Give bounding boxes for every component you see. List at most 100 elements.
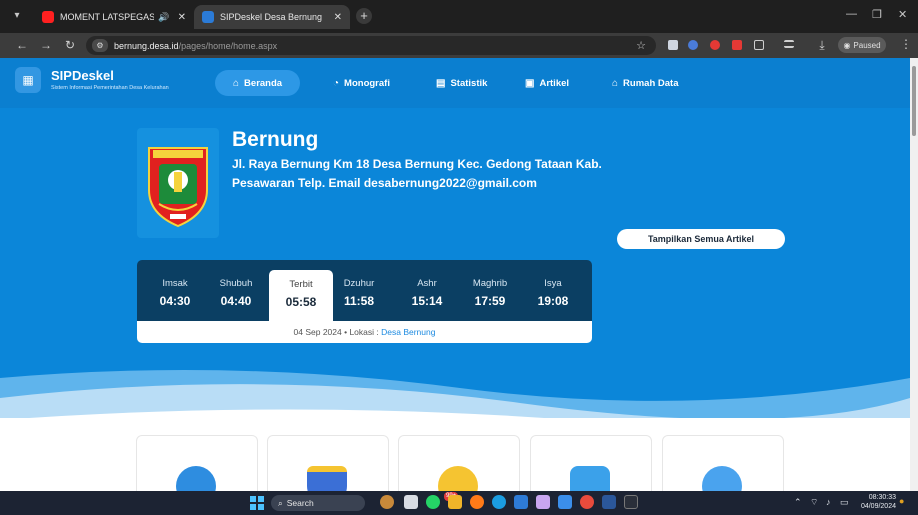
wifi-icon[interactable]: ⌔ (810, 497, 818, 508)
volume-icon[interactable]: ♪ (826, 497, 831, 507)
minimize-icon[interactable]: — (846, 8, 857, 20)
prayer-name: Shubuh (219, 278, 253, 289)
battery-icon[interactable]: ▭ (840, 497, 849, 508)
prayer-time: 17:59 (474, 294, 506, 308)
tab-title: SIPDeskel Desa Bernung (220, 12, 323, 22)
restore-icon[interactable]: ❐ (872, 8, 882, 21)
nav-label: Beranda (244, 77, 283, 89)
extension-icon[interactable] (710, 40, 720, 50)
widget-icon[interactable] (380, 495, 394, 509)
prayer-shubuh: Shubuh 04:40 (208, 278, 264, 308)
store-icon[interactable] (514, 495, 528, 509)
nav-label: Rumah Data (623, 77, 679, 89)
web-page: ▦ SIPDeskel Sistem Informasi Pemerintaha… (0, 58, 910, 491)
browser-tab-youtube[interactable]: MOMENT LATSPEGAS SYIL 🔊 ✕ (34, 5, 194, 29)
profile-paused-button[interactable]: ◉ Paused (838, 37, 886, 53)
sipdeskel-favicon-icon (202, 11, 214, 23)
prayer-name: Dzuhur (343, 278, 375, 289)
prayer-ashr: Ashr 15:14 (399, 278, 455, 308)
notepad-icon[interactable] (558, 495, 572, 509)
prayer-times-panel: Imsak 04:30 Shubuh 04:40 Terbit 05:58 Dz… (137, 260, 592, 343)
reading-list-icon[interactable] (784, 40, 794, 48)
prayer-time: 05:58 (285, 295, 317, 309)
back-icon[interactable]: ← (14, 37, 30, 53)
nav-monografi[interactable]: ◔ Monografi (333, 70, 390, 96)
edge-icon[interactable] (492, 495, 506, 509)
close-icon[interactable]: ✕ (178, 12, 186, 23)
prayer-isya: Isya 19:08 (525, 278, 581, 308)
nav-label: Monografi (344, 77, 390, 89)
firefox-icon[interactable] (470, 495, 484, 509)
extension-icon[interactable] (732, 40, 742, 50)
task-view-icon[interactable] (404, 495, 418, 509)
taskbar-clock[interactable]: 08:30:33 04/09/2024 (856, 493, 896, 511)
search-icon: ⌕ (278, 497, 283, 508)
word-icon[interactable] (602, 495, 616, 509)
nav-artikel[interactable]: ▣ Artikel (525, 70, 569, 96)
wallet-icon (702, 466, 742, 491)
whatsapp-icon[interactable] (426, 495, 440, 509)
prayer-time: 04:40 (220, 294, 252, 308)
pen-icon[interactable] (536, 495, 550, 509)
show-all-articles-button[interactable]: Tampilkan Semua Artikel (617, 229, 785, 249)
tab-title: MOMENT LATSPEGAS SYIL (60, 12, 155, 22)
grid-menu-icon[interactable]: ▦ (15, 67, 41, 93)
audio-icon[interactable]: 🔊 (158, 12, 169, 23)
reload-icon[interactable]: ↻ (62, 37, 78, 53)
feature-card[interactable] (530, 435, 652, 491)
url-domain: bernung.desa.id (114, 40, 179, 51)
windows-start-icon[interactable] (250, 496, 264, 510)
prayer-time: 19:08 (537, 294, 569, 308)
notion-icon[interactable] (624, 495, 638, 509)
home-icon: ⌂ (233, 77, 240, 89)
file-explorer-icon[interactable] (448, 495, 462, 509)
notification-bell-icon[interactable]: ● (899, 496, 904, 506)
nav-statistik[interactable]: ▤ Statistik (436, 70, 487, 96)
feature-card[interactable] (267, 435, 389, 491)
feature-card[interactable] (662, 435, 784, 491)
shop-icon (307, 466, 347, 491)
chart-pie-icon: ◔ (333, 77, 340, 89)
feature-card[interactable] (136, 435, 258, 491)
extension-icon[interactable] (668, 40, 678, 50)
building-icon (176, 466, 216, 491)
bar-chart-icon: ▤ (436, 77, 446, 89)
browser-toolbar: ← → ↻ ⚙ bernung.desa.id /pages/home/home… (0, 33, 918, 58)
avatar: ◉ (843, 40, 851, 50)
extensions-puzzle-icon[interactable] (754, 40, 764, 50)
prayer-time: 11:58 (343, 294, 375, 308)
forward-icon[interactable]: → (38, 37, 54, 53)
taskbar-search[interactable]: ⌕ Search (271, 495, 365, 511)
scrollbar-thumb[interactable] (912, 66, 916, 136)
prayer-name: Terbit (289, 279, 313, 290)
search-placeholder: Search (286, 498, 314, 508)
nav-label: Artikel (539, 77, 570, 89)
village-logo (137, 128, 219, 238)
close-icon[interactable]: ✕ (334, 12, 342, 23)
site-top-nav: ▦ SIPDeskel Sistem Informasi Pemerintaha… (0, 58, 910, 108)
address-bar[interactable]: ⚙ bernung.desa.id /pages/home/home.aspx … (86, 36, 656, 55)
tab-search-icon[interactable]: ▾ (10, 9, 24, 23)
download-icon[interactable]: ⤓ (814, 37, 830, 53)
nav-beranda[interactable]: ⌂ Beranda (215, 70, 301, 96)
location-link[interactable]: Desa Bernung (381, 327, 435, 337)
prayer-time: 04:30 (159, 294, 191, 308)
chrome-icon[interactable] (580, 495, 594, 509)
site-brand[interactable]: SIPDeskel Sistem Informasi Pemerintahan … (51, 68, 169, 91)
new-tab-button[interactable]: + (356, 8, 372, 24)
nav-label: Statistik (450, 77, 488, 89)
image-gallery-icon (570, 466, 610, 491)
bookmark-star-icon[interactable]: ☆ (636, 39, 646, 52)
chevron-up-icon[interactable]: ⌃ (794, 497, 802, 508)
prayer-date: 04 Sep 2024 (293, 327, 342, 337)
feature-card[interactable] (398, 435, 520, 491)
nav-rumah-data[interactable]: ⌂ Rumah Data (612, 70, 678, 96)
close-window-icon[interactable]: ✕ (898, 8, 907, 21)
extension-icon[interactable] (688, 40, 698, 50)
document-icon (438, 466, 478, 491)
site-info-icon[interactable]: ⚙ (92, 39, 108, 52)
url-path: /pages/home/home.aspx (178, 40, 278, 51)
menu-kebab-icon[interactable]: ⋮ (900, 37, 912, 51)
browser-tab-sipdeskel[interactable]: SIPDeskel Desa Bernung ✕ (194, 5, 350, 29)
prayer-terbit: Terbit 05:58 (269, 270, 333, 323)
